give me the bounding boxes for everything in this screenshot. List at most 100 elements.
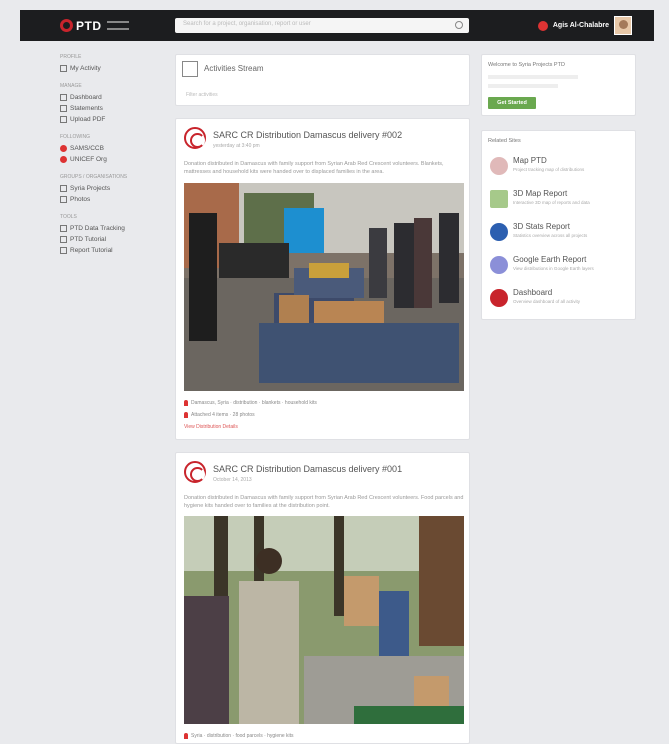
location-pin-icon — [184, 733, 188, 739]
sidebar-item-label: Upload PDF — [70, 116, 106, 123]
sidebar-item-label: Report Tutorial — [70, 247, 113, 254]
sidebar-item-label: PTD Tutorial — [70, 236, 107, 243]
post-text: Donation distributed in Damascus with fa… — [184, 161, 444, 175]
red-crescent-logo-icon — [184, 127, 206, 149]
logo-icon — [60, 19, 73, 32]
left-sidebar: Profile My Activity Manage Dashboard Sta… — [60, 54, 160, 265]
related-site-item[interactable]: Dashboard Overview dashboard of all acti… — [490, 287, 630, 311]
group-icon — [60, 185, 67, 192]
sidebar-item-label: SAMS/CCB — [70, 145, 104, 152]
dot-red-icon — [60, 145, 67, 152]
statements-icon — [60, 105, 67, 112]
globe-icon — [490, 223, 508, 241]
red-crescent-logo-icon — [184, 461, 206, 483]
distribution-photo-illustration — [184, 183, 464, 391]
sidebar-item-label: Photos — [70, 196, 91, 203]
related-site-item[interactable]: Google Earth Report View distributions i… — [490, 254, 630, 278]
upload-icon — [60, 116, 67, 123]
map-icon — [490, 157, 508, 175]
composer-filter-link[interactable]: Filter activities — [186, 92, 218, 98]
post-title[interactable]: SARC CR Distribution Damascus delivery #… — [213, 464, 402, 474]
tracking-icon — [60, 225, 67, 232]
post-photo[interactable] — [184, 516, 464, 724]
get-started-button[interactable]: Get Started — [488, 97, 536, 109]
post-title[interactable]: SARC CR Distribution Damascus delivery #… — [213, 130, 402, 140]
related-site-item[interactable]: 3D Map Report Interactive 3D map of repo… — [490, 188, 630, 212]
search-input[interactable]: Search for a project, organisation, repo… — [175, 18, 469, 33]
top-navbar: PTD Search for a project, organisation, … — [20, 10, 654, 41]
sidebar-item-syria-projects[interactable]: Syria Projects — [60, 183, 160, 194]
related-site-name: Google Earth Report — [513, 255, 587, 264]
related-site-item[interactable]: 3D Stats Report Statistics overview acro… — [490, 221, 630, 245]
sidebar-item-label: PTD Data Tracking — [70, 225, 125, 232]
post-meta-attachments: Attached 4 items · 28 photos — [191, 412, 255, 418]
post-photo[interactable] — [184, 183, 464, 391]
sidebar-item-statements[interactable]: Statements — [60, 103, 160, 114]
avatar[interactable] — [614, 16, 632, 35]
post-date: yesterday at 3:40 pm — [213, 143, 260, 149]
stream-icon — [182, 61, 198, 77]
sidebar-item-following-1[interactable]: SAMS/CCB — [60, 143, 160, 154]
post-details-row: View Distribution Details — [184, 424, 238, 430]
sidebar-heading: Groups / Organisations — [60, 174, 128, 180]
post-attachments: Attached 4 items · 28 photos — [184, 412, 255, 418]
activity-post: SARC CR Distribution Damascus delivery #… — [175, 452, 470, 744]
sidebar-item-tracking[interactable]: PTD Data Tracking — [60, 223, 160, 234]
logo-lines-icon — [106, 21, 129, 30]
composer-title: Activities Stream — [204, 64, 264, 73]
sidebar-item-report-tutorial[interactable]: Report Tutorial — [60, 245, 160, 256]
sidebar-item-dashboard[interactable]: Dashboard — [60, 92, 160, 103]
sidebar-item-label: My Activity — [70, 65, 101, 72]
dashboard-icon — [490, 289, 508, 307]
related-site-item[interactable]: Map PTD Project tracking map of distribu… — [490, 155, 630, 179]
sidebar-item-photos[interactable]: Photos — [60, 194, 160, 205]
post-date: October 14, 2013 — [213, 477, 252, 483]
related-site-desc: Project tracking map of distributions — [513, 167, 585, 172]
sidebar-group-profile: Profile My Activity — [60, 54, 160, 74]
sidebar-group-following: Following SAMS/CCB UNICEF Org — [60, 134, 160, 165]
location-pin-icon — [184, 400, 188, 406]
search-icon[interactable] — [455, 21, 463, 29]
logo[interactable]: PTD — [60, 17, 129, 34]
logo-text: PTD — [76, 18, 102, 33]
sidebar-heading: Tools — [60, 214, 77, 220]
photos-icon — [60, 196, 67, 203]
tutorial-icon — [60, 236, 67, 243]
sidebar-item-following-2[interactable]: UNICEF Org — [60, 154, 160, 165]
sidebar-item-label: Syria Projects — [70, 185, 111, 192]
user-name[interactable]: Agis Al-Chalabre — [553, 22, 609, 29]
sidebar-item-label: Dashboard — [70, 94, 102, 101]
sidebar-item-tutorial[interactable]: PTD Tutorial — [60, 234, 160, 245]
report-icon — [60, 247, 67, 254]
related-site-name: Map PTD — [513, 156, 547, 165]
related-sites-card: Related Sites Map PTD Project tracking m… — [481, 130, 636, 320]
notification-icon[interactable] — [537, 20, 548, 31]
related-site-name: 3D Map Report — [513, 189, 568, 198]
sidebar-item-label: UNICEF Org — [70, 156, 107, 163]
welcome-title: Welcome to Syria Projects PTD — [488, 62, 565, 68]
sidebar-heading: Manage — [60, 83, 82, 89]
sidebar-item-my-activity[interactable]: My Activity — [60, 63, 160, 74]
map-3d-icon — [490, 190, 508, 208]
attachment-icon — [184, 412, 188, 418]
post-location: Syria · distribution · food parcels · hy… — [184, 733, 294, 739]
user-menu[interactable]: Agis Al-Chalabre — [537, 16, 632, 35]
sidebar-item-label: Statements — [70, 105, 103, 112]
sidebar-item-upload[interactable]: Upload PDF — [60, 114, 160, 125]
sidebar-group-groups: Groups / Organisations Syria Projects Ph… — [60, 174, 160, 205]
view-details-link[interactable]: View Distribution Details — [184, 424, 238, 430]
related-site-desc: Statistics overview across all projects — [513, 233, 588, 238]
related-site-name: Dashboard — [513, 288, 553, 297]
placeholder-line — [488, 84, 558, 88]
distribution-photo-illustration — [184, 516, 464, 724]
search-placeholder: Search for a project, organisation, repo… — [183, 21, 311, 27]
sidebar-group-tools: Tools PTD Data Tracking PTD Tutorial Rep… — [60, 214, 160, 256]
welcome-card: Welcome to Syria Projects PTD Get Starte… — [481, 54, 636, 116]
sidebar-group-manage: Manage Dashboard Statements Upload PDF — [60, 83, 160, 125]
post-text: Donation distributed in Damascus with fa… — [184, 495, 464, 509]
post-location: Damascus, Syria · distribution · blanket… — [184, 400, 317, 406]
earth-icon — [490, 256, 508, 274]
activity-composer[interactable]: Activities Stream Filter activities — [175, 54, 470, 106]
activity-post: SARC CR Distribution Damascus delivery #… — [175, 118, 470, 440]
post-meta-tags: Damascus, Syria · distribution · blanket… — [191, 400, 317, 406]
